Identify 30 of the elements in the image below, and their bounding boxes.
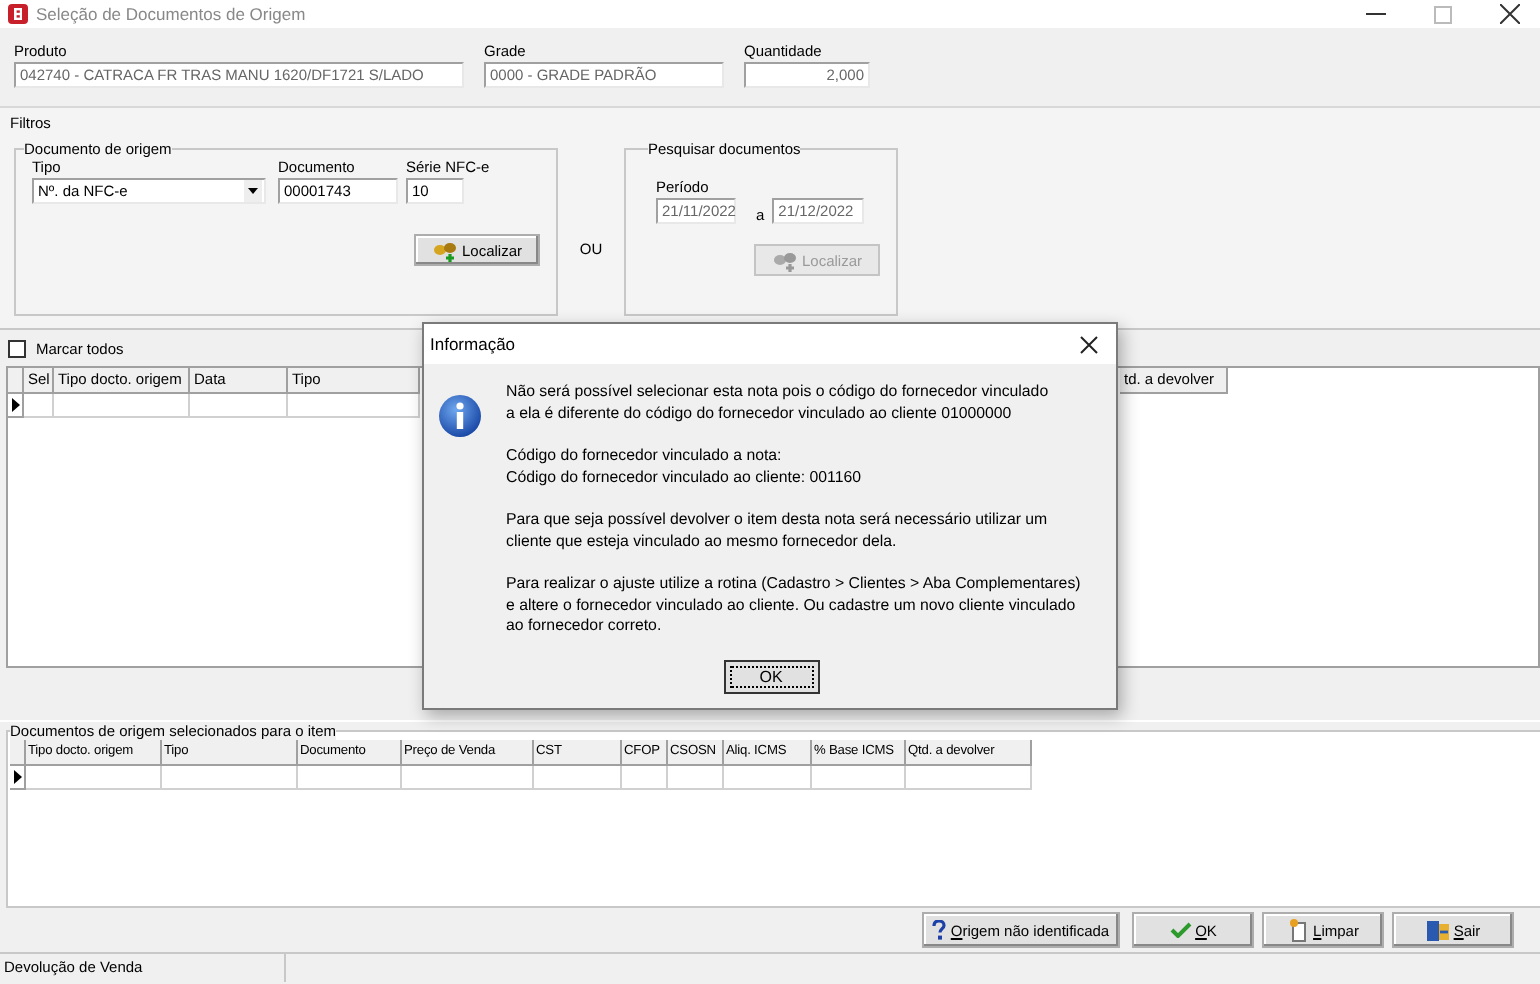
header-corner-cell xyxy=(10,740,26,766)
help-icon xyxy=(932,920,947,940)
table-cell xyxy=(668,766,724,790)
checkmark-icon xyxy=(1169,922,1192,938)
table-cell xyxy=(190,394,288,418)
checkbox[interactable] xyxy=(8,339,26,357)
door-exit-icon xyxy=(1425,919,1450,941)
window-title: Seleção de Documentos de Origem xyxy=(36,4,306,24)
table-cell xyxy=(298,766,402,790)
table-cell xyxy=(812,766,906,790)
row-pointer-icon xyxy=(11,398,19,412)
table-cell xyxy=(534,766,622,790)
row-pointer-icon xyxy=(13,770,21,784)
table-cell xyxy=(26,766,162,790)
table-cell xyxy=(906,766,1032,790)
table-cell xyxy=(24,394,54,418)
row-indicator-cell[interactable] xyxy=(10,766,26,790)
row-indicator-cell[interactable] xyxy=(8,394,24,418)
dialog-title: Informação xyxy=(430,334,516,354)
table-cell xyxy=(162,766,298,790)
table-cell xyxy=(54,394,190,418)
new-document-icon xyxy=(1287,918,1310,942)
close-icon[interactable] xyxy=(1500,4,1520,24)
table-cell xyxy=(724,766,812,790)
ok-button[interactable]: OK xyxy=(723,659,819,693)
table-cell xyxy=(622,766,668,790)
table-cell xyxy=(288,394,420,418)
info-icon xyxy=(438,394,482,438)
table-cell xyxy=(402,766,534,790)
close-icon[interactable] xyxy=(1080,335,1098,353)
